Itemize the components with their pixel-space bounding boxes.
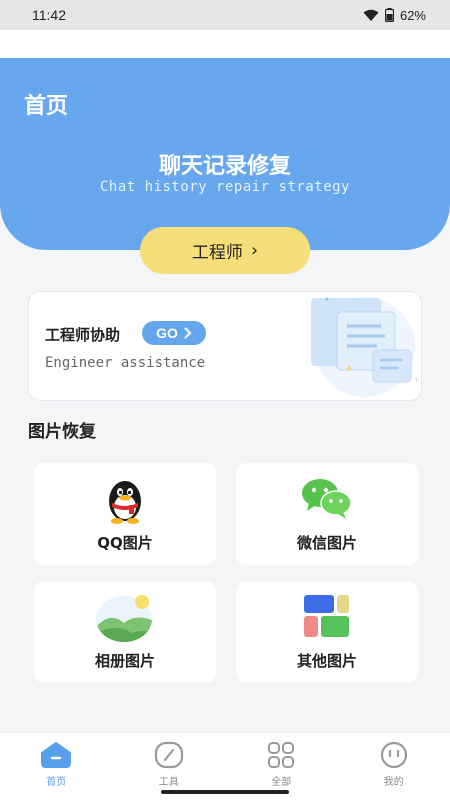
home-icon [41, 742, 72, 768]
tile-label: 其他图片 [296, 652, 357, 670]
battery-percent: 62% [399, 7, 426, 23]
hero-banner: 首页 聊天记录修复 Chat history repair strategy [0, 58, 450, 250]
chevron-right-icon: › [250, 240, 259, 261]
tile-label: 相册图片 [94, 652, 155, 670]
page-title: 首页 [24, 94, 69, 119]
top-spacer [0, 30, 450, 58]
assist-subtitle: Engineer assistance [45, 355, 206, 371]
battery-icon [384, 8, 394, 22]
hero-subtitle: Chat history repair strategy [99, 179, 350, 195]
svg-text:+: + [413, 375, 420, 384]
wechat-icon [302, 479, 352, 519]
go-label: GO [156, 325, 178, 341]
profile-face-icon [380, 741, 407, 769]
svg-text:✦: ✦ [345, 364, 353, 375]
tile-album-images[interactable]: 相册图片 [34, 581, 216, 683]
tile-label: 微信图片 [296, 534, 357, 552]
nav-label: 全部 [271, 777, 292, 788]
status-indicators: 62% [363, 8, 426, 23]
engineer-assist-card[interactable]: 工程师协助 GO Engineer assistance ✦ + [28, 291, 422, 401]
hero-title: 聊天记录修复 [158, 154, 291, 179]
assist-title: 工程师协助 [45, 326, 121, 344]
documents-illustration-icon: ✦ + [311, 297, 420, 397]
nav-label: 首页 [46, 777, 67, 788]
album-landscape-icon [96, 595, 152, 642]
home-indicator [161, 790, 289, 794]
chevron-right-icon [184, 327, 192, 339]
tile-wechat-images[interactable]: 微信图片 [236, 463, 418, 565]
section-title: 图片恢复 [28, 422, 96, 442]
grid-icon [268, 742, 295, 768]
tools-icon [154, 741, 183, 769]
wifi-icon [363, 9, 379, 21]
tile-qq-images[interactable]: QQ图片 [34, 463, 216, 565]
tile-label: QQ图片 [97, 534, 153, 552]
nav-item-mine[interactable]: 我的 [338, 733, 450, 800]
go-button[interactable]: GO [142, 321, 206, 345]
status-time: 11:42 [32, 7, 66, 23]
nav-label: 我的 [383, 777, 404, 788]
tile-other-images[interactable]: 其他图片 [236, 581, 418, 683]
other-blocks-icon [304, 595, 349, 637]
nav-item-home[interactable]: 首页 [0, 733, 113, 800]
engineer-button[interactable]: 工程师 › [140, 227, 310, 274]
status-bar: 11:42 62% [0, 0, 450, 30]
nav-label: 工具 [158, 777, 179, 788]
qq-penguin-icon [109, 481, 141, 524]
engineer-button-label: 工程师 [191, 243, 243, 263]
